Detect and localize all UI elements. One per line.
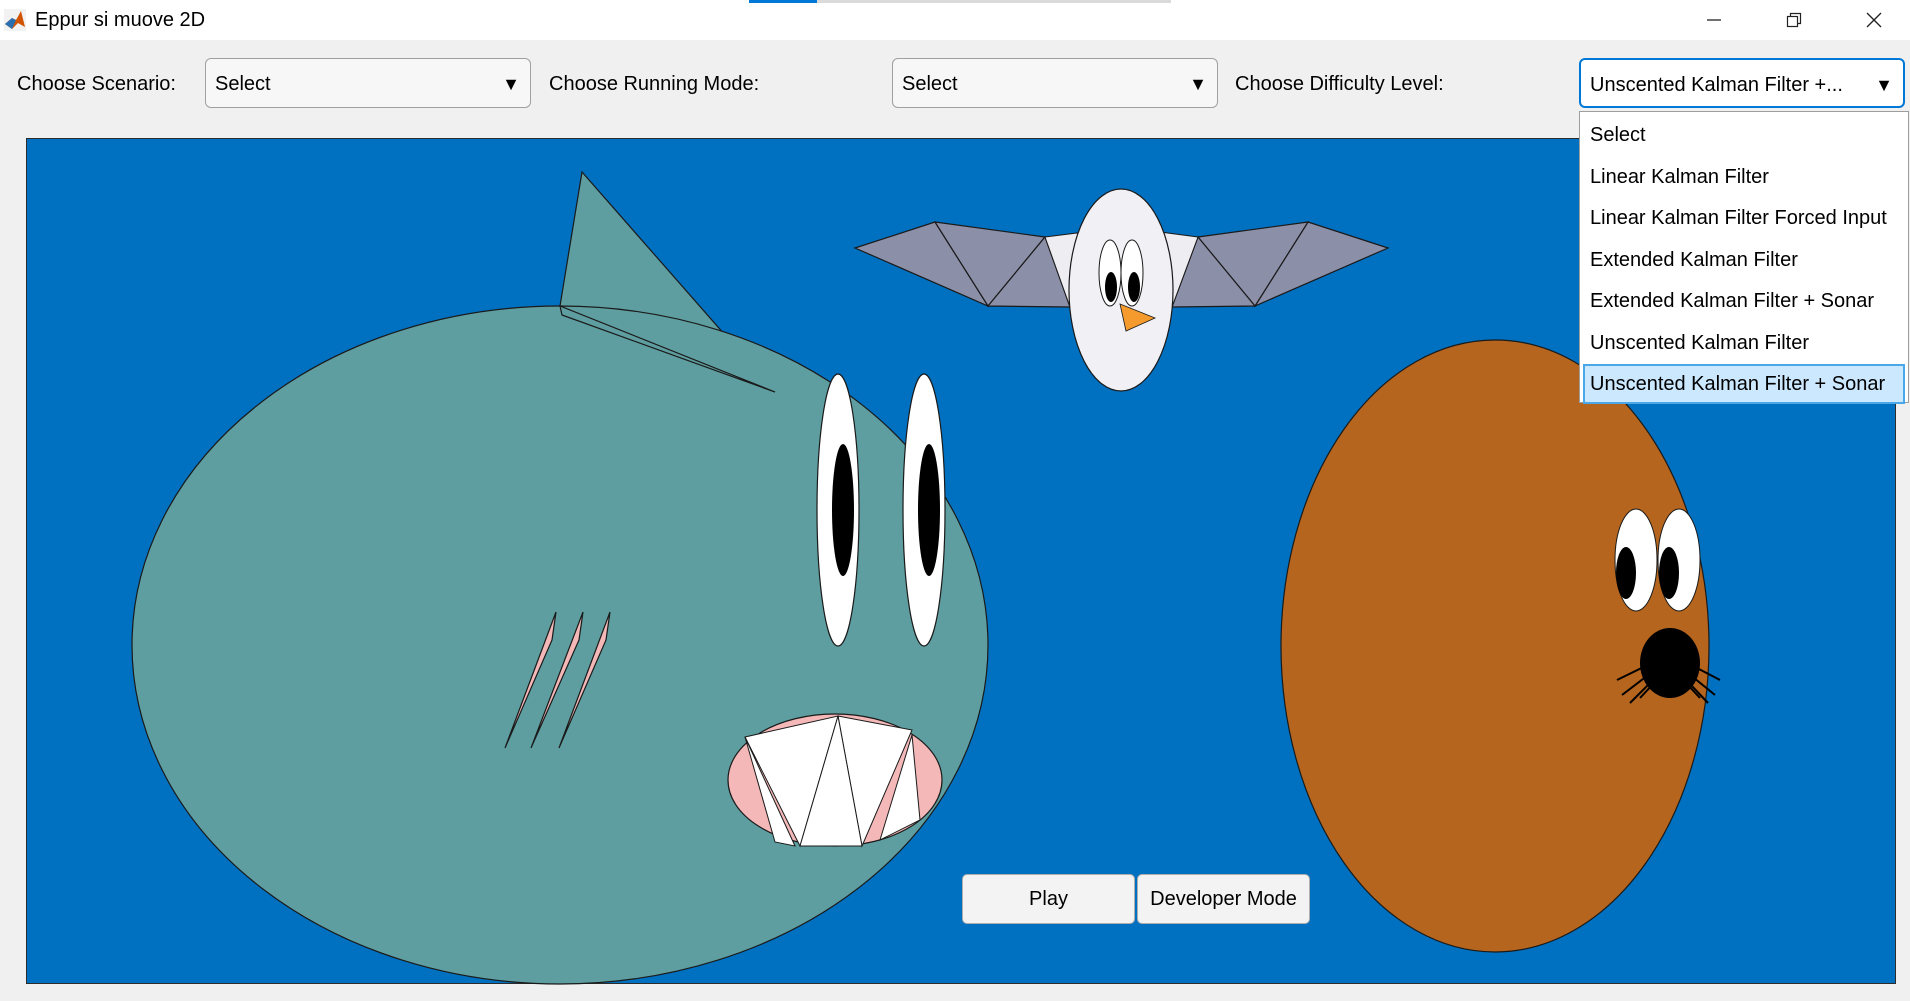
shark-mouth bbox=[727, 713, 943, 848]
difficulty-option[interactable]: Select bbox=[1583, 115, 1905, 155]
seal-nose bbox=[1640, 628, 1700, 698]
bird-wing-left bbox=[853, 221, 1071, 308]
seal-character bbox=[1280, 339, 1721, 953]
developer-mode-button[interactable]: Developer Mode bbox=[1137, 874, 1310, 924]
difficulty-option[interactable]: Extended Kalman Filter + Sonar bbox=[1583, 281, 1905, 321]
bird-character bbox=[853, 188, 1390, 392]
difficulty-option[interactable]: Extended Kalman Filter bbox=[1583, 240, 1905, 280]
difficulty-option[interactable]: Unscented Kalman Filter bbox=[1583, 323, 1905, 363]
difficulty-option[interactable]: Unscented Kalman Filter + Sonar bbox=[1583, 364, 1905, 404]
bird-wing-right bbox=[1171, 221, 1390, 308]
difficulty-option[interactable]: Linear Kalman Filter bbox=[1583, 157, 1905, 197]
shark-character bbox=[131, 170, 989, 985]
bird-body bbox=[1068, 188, 1174, 392]
difficulty-options-list: Select Linear Kalman Filter Linear Kalman … bbox=[1579, 111, 1909, 404]
play-button[interactable]: Play bbox=[962, 874, 1135, 924]
difficulty-option[interactable]: Linear Kalman Filter Forced Input bbox=[1583, 198, 1905, 238]
shark-body bbox=[131, 305, 989, 985]
shark-eye-left bbox=[816, 373, 860, 647]
shark-eye-right bbox=[902, 373, 946, 647]
